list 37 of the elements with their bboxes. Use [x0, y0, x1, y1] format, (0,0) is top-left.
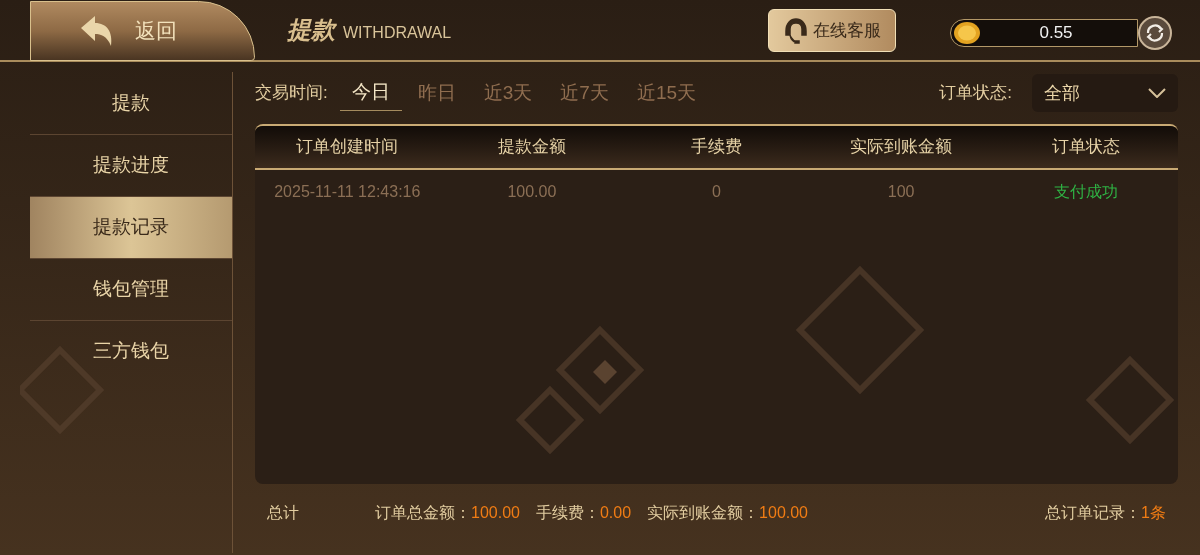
summary-value: 100.00 [471, 503, 520, 523]
summary-label: 手续费： [535, 503, 600, 523]
column-header: 手续费 [690, 136, 743, 159]
status-dropdown[interactable]: 全部 [1032, 74, 1178, 112]
summary-label: 总订单记录： [1045, 503, 1142, 523]
column-header: 订单状态 [1050, 136, 1121, 159]
coin-icon [953, 21, 981, 45]
summary-value: 100.00 [759, 503, 808, 523]
refresh-icon [1144, 22, 1166, 44]
back-button[interactable]: 返回 [30, 1, 255, 61]
sidebar-item[interactable]: 提款 [30, 72, 232, 134]
support-button[interactable]: 在线客服 [768, 9, 896, 52]
column-header: 提款金额 [496, 136, 567, 159]
table-cell-text: 100 [886, 182, 916, 202]
table-cell-text: 2025-11-11 12:43:16 [273, 182, 422, 202]
headset-icon [783, 16, 809, 45]
column-header: 订单创建时间 [295, 136, 400, 159]
chevron-down-icon [1148, 88, 1166, 98]
page-title: 提款 [287, 15, 335, 45]
time-filter-label: 交易时间: [255, 82, 328, 105]
refresh-button[interactable] [1138, 16, 1172, 50]
summary-value: 1条 [1141, 503, 1166, 523]
table-cell-text: 100.00 [506, 182, 558, 202]
summary-label: 总计 [267, 503, 299, 523]
table-cell-text: 支付成功 [1052, 182, 1119, 202]
table-cell-text: 0 [711, 182, 722, 202]
summary-label: 实际到账金额： [647, 503, 760, 523]
sidebar-item[interactable]: 三方钱包 [30, 320, 232, 382]
balance-value: 0.55 [1039, 22, 1073, 45]
summary-value: 0.00 [599, 503, 632, 523]
status-filter-label: 订单状态: [939, 82, 1012, 105]
page-subtitle: WITHDRAWAL [343, 23, 452, 43]
sidebar-item[interactable]: 钱包管理 [30, 258, 232, 320]
summary-label: 订单总金额： [375, 503, 471, 523]
time-tab[interactable]: 今日 [339, 75, 402, 111]
sidebar-item[interactable]: 提款记录 [30, 196, 232, 258]
column-header: 实际到账金额 [849, 136, 954, 159]
